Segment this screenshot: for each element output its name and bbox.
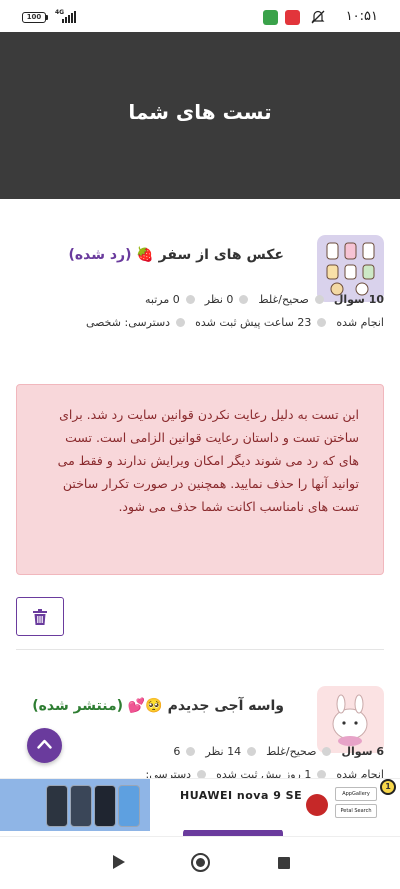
battery-level: 100	[26, 13, 42, 21]
separator-dot	[314, 295, 324, 304]
delete-button[interactable]	[16, 597, 64, 636]
comment-count: 0 نظر	[204, 293, 234, 306]
attempt-count: 0 مرتبه	[145, 293, 180, 306]
test-type: صحیح/غلط	[258, 293, 309, 306]
signal-icon	[62, 11, 76, 23]
phone-image	[118, 785, 140, 827]
store-badge[interactable]: AppGallery	[335, 787, 377, 801]
test-title[interactable]: عکس های از سفر 🍓 (رد شده)	[68, 247, 284, 263]
access-label: دسترسی: شخصی	[85, 316, 171, 329]
trash-icon	[33, 609, 47, 625]
system-nav-bar	[0, 836, 400, 889]
rejection-alert: این تست به دلیل رعایت نکردن قوانین سایت …	[16, 384, 384, 575]
separator-dot	[247, 747, 257, 756]
battery-icon: 100	[22, 12, 46, 23]
recent-apps-icon[interactable]	[278, 857, 290, 869]
separator-dot	[186, 747, 196, 756]
app-notification-icon	[263, 10, 278, 25]
clock: ۱۰:۵۱	[345, 9, 378, 24]
separator-dot	[317, 318, 327, 327]
question-count: 10 سوال	[333, 293, 384, 306]
ad-banner[interactable]: HUAWEI nova 9 SE AppGallery Petal Search…	[0, 778, 400, 831]
app-notification-icon	[285, 10, 300, 25]
comment-count: 14 نظر	[205, 745, 242, 758]
test-title-text[interactable]: عکس های از سفر 🍓	[136, 247, 284, 263]
phone-image	[70, 785, 92, 827]
created-time: 23 ساعت پیش ثبت شده	[195, 316, 312, 329]
chevron-up-icon	[37, 739, 52, 749]
ad-count-badge[interactable]: 1	[380, 779, 396, 795]
phone-image	[46, 785, 68, 827]
separator-dot	[322, 747, 332, 756]
page-header: تست های شما	[0, 32, 400, 199]
back-icon[interactable]	[113, 855, 125, 869]
card-divider	[16, 649, 384, 650]
test-type: صحیح/غلط	[266, 745, 317, 758]
question-count: 6 سوال	[341, 745, 384, 758]
home-icon[interactable]	[191, 853, 210, 872]
gift-icon[interactable]	[306, 794, 328, 816]
store-badge[interactable]: Petal Search	[335, 804, 377, 818]
page-title: تست های شما	[128, 100, 272, 124]
status-badge: (رد شده)	[68, 247, 132, 263]
test-title-text[interactable]: واسه آجی جدیدم 🥺💕	[128, 698, 284, 714]
phone-image	[94, 785, 116, 827]
test-meta: 10 سوال صحیح/غلط 0 نظر 0 مرتبه انجام شده 23 …	[16, 288, 384, 334]
separator-dot	[185, 295, 195, 304]
status-badge: (منتشر شده)	[32, 698, 124, 714]
ad-product-image[interactable]	[0, 779, 150, 831]
done-label: انجام شده	[336, 316, 384, 329]
battery-nub	[46, 15, 48, 20]
separator-dot	[176, 318, 186, 327]
test-title[interactable]: واسه آجی جدیدم 🥺💕 (منتشر شده)	[32, 698, 284, 714]
separator-dot	[239, 295, 249, 304]
status-bar: 100 4G ۱۰:۵۱	[0, 0, 400, 32]
scroll-top-button[interactable]	[27, 728, 62, 763]
attempt-count: 6	[173, 745, 181, 758]
mute-icon	[311, 10, 325, 24]
ad-brand[interactable]: HUAWEI nova 9 SE	[180, 789, 302, 802]
